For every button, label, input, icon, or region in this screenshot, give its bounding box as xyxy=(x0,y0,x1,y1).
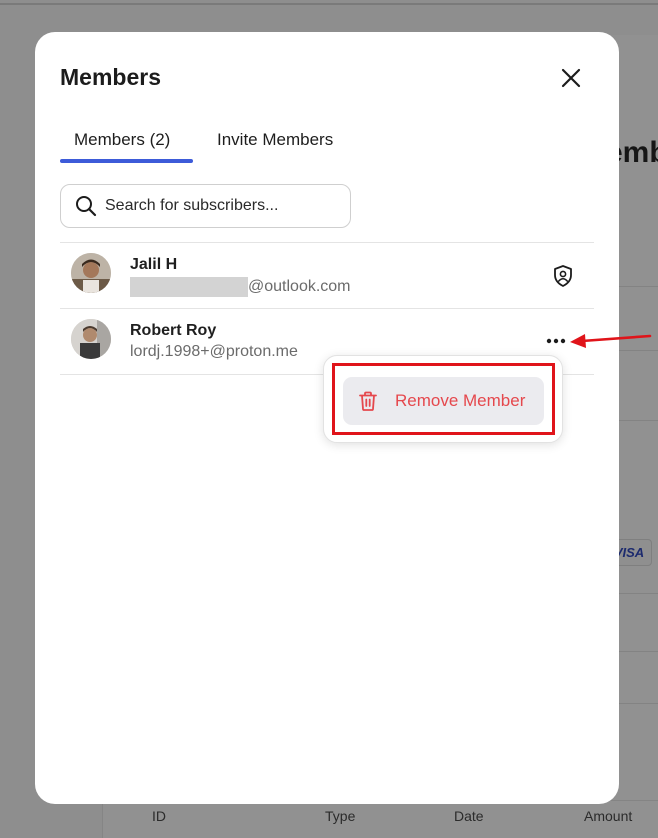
table-header-id: ID xyxy=(152,808,166,824)
background-table-header: ID Type Date Amount xyxy=(102,800,658,838)
trash-icon xyxy=(359,391,377,411)
active-tab-indicator xyxy=(60,159,193,163)
tab-members[interactable]: Members (2) xyxy=(74,130,170,150)
more-dots-icon[interactable] xyxy=(543,331,569,351)
table-header-type: Type xyxy=(325,808,356,824)
member-actions-dropdown: Remove Member xyxy=(323,355,563,443)
remove-member-button[interactable]: Remove Member xyxy=(343,377,544,425)
avatar xyxy=(71,253,111,293)
member-row-jalil: Jalil H @outlook.com xyxy=(60,243,594,308)
member-email: @outlook.com xyxy=(130,277,351,297)
table-header-date: Date xyxy=(454,808,484,824)
member-email-domain: @outlook.com xyxy=(248,278,351,295)
background-top-border xyxy=(0,3,658,5)
member-name: Robert Roy xyxy=(130,322,217,339)
redacted-email-prefix xyxy=(130,277,248,297)
close-button[interactable] xyxy=(557,64,585,92)
search-icon xyxy=(76,196,97,217)
remove-member-label: Remove Member xyxy=(395,391,526,410)
modal-title: Members xyxy=(60,64,161,90)
search-box[interactable] xyxy=(60,184,351,228)
tab-invite-members[interactable]: Invite Members xyxy=(217,130,333,150)
table-header-amount: Amount xyxy=(584,808,633,824)
search-input[interactable] xyxy=(105,197,345,215)
avatar xyxy=(71,319,111,359)
close-icon xyxy=(561,68,581,88)
shield-user-icon[interactable] xyxy=(551,264,575,288)
member-email: lordj.1998+@proton.me xyxy=(130,343,298,360)
member-name: Jalil H xyxy=(130,256,178,273)
